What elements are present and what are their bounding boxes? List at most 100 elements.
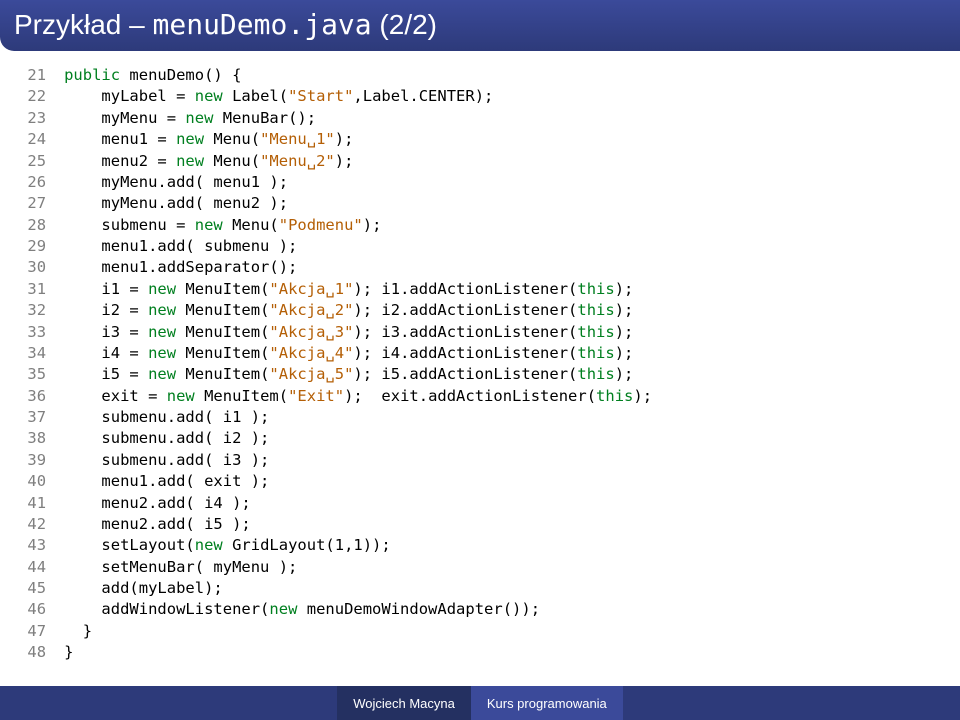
code-text: } [64,622,92,640]
code-text: Menu( [223,216,279,234]
line-number: 36 [12,386,46,407]
kw-token: new [176,152,204,170]
code-text: ); [363,216,382,234]
code-line: 34 i4 = new MenuItem("Akcja␣4"); i4.addA… [12,343,950,364]
line-number: 48 [12,642,46,663]
line-number: 35 [12,364,46,385]
kw-token: this [577,280,614,298]
kw-token: new [167,387,195,405]
str-token: "Akcja␣2" [269,301,353,319]
kw-token: new [195,536,223,554]
code-text: MenuItem( [176,323,269,341]
line-number: 25 [12,151,46,172]
code-line: 33 i3 = new MenuItem("Akcja␣3"); i3.addA… [12,322,950,343]
line-number: 31 [12,279,46,300]
str-token: "Exit" [288,387,344,405]
kw-token: new [185,109,213,127]
str-token: "Menu␣1" [260,130,335,148]
line-number: 44 [12,557,46,578]
code-line: 36 exit = new MenuItem("Exit"); exit.add… [12,386,950,407]
code-line: 39 submenu.add( i3 ); [12,450,950,471]
line-number: 47 [12,621,46,642]
code-text: addWindowListener( [64,600,269,618]
line-number: 37 [12,407,46,428]
code-line: 43 setLayout(new GridLayout(1,1)); [12,535,950,556]
code-text: ); exit.addActionListener( [344,387,596,405]
code-text: Menu( [204,152,260,170]
code-line: 28 submenu = new Menu("Podmenu"); [12,215,950,236]
code-line: 41 menu2.add( i4 ); [12,493,950,514]
code-text: MenuItem( [176,365,269,383]
code-line: 21public menuDemo() { [12,65,950,86]
kw-token: new [176,130,204,148]
code-line: 48} [12,642,950,663]
code-line: 27 myMenu.add( menu2 ); [12,193,950,214]
line-number: 38 [12,428,46,449]
kw-token: new [269,600,297,618]
kw-token: new [148,323,176,341]
code-text: i1 = [64,280,148,298]
kw-token: this [596,387,633,405]
code-text: MenuBar(); [213,109,316,127]
code-text: GridLayout(1,1)); [223,536,391,554]
code-line: 22 myLabel = new Label("Start",Label.CEN… [12,86,950,107]
line-number: 32 [12,300,46,321]
kw-token: this [577,301,614,319]
code-line: 29 menu1.add( submenu ); [12,236,950,257]
code-text: ); i3.addActionListener( [353,323,577,341]
code-line: 24 menu1 = new Menu("Menu␣1"); [12,129,950,150]
code-text: i2 = [64,301,148,319]
line-number: 28 [12,215,46,236]
code-text: myMenu.add( menu2 ); [64,194,288,212]
footer-author: Wojciech Macyna [337,686,471,720]
code-line: 25 menu2 = new Menu("Menu␣2"); [12,151,950,172]
line-number: 33 [12,322,46,343]
str-token: "Akcja␣3" [269,323,353,341]
line-number: 24 [12,129,46,150]
line-number: 45 [12,578,46,599]
line-number: 23 [12,108,46,129]
code-text: menuDemo() { [120,66,241,84]
code-text: myLabel = [64,87,195,105]
str-token: "Menu␣2" [260,152,335,170]
str-token: "Akcja␣4" [269,344,353,362]
kw-token: public [64,66,120,84]
code-line: 37 submenu.add( i1 ); [12,407,950,428]
code-text: setLayout( [64,536,195,554]
code-line: 38 submenu.add( i2 ); [12,428,950,449]
code-text: ,Label.CENTER); [353,87,493,105]
code-line: 40 menu1.add( exit ); [12,471,950,492]
str-token: "Start" [288,87,353,105]
line-number: 43 [12,535,46,556]
code-text: ); i5.addActionListener( [353,365,577,383]
code-line: 45 add(myLabel); [12,578,950,599]
code-line: 46 addWindowListener(new menuDemoWindowA… [12,599,950,620]
kw-token: new [148,365,176,383]
code-text: ); [633,387,652,405]
code-text: submenu = [64,216,195,234]
code-text: exit = [64,387,167,405]
str-token: "Akcja␣5" [269,365,353,383]
code-line: 26 myMenu.add( menu1 ); [12,172,950,193]
line-number: 30 [12,257,46,278]
code-text: MenuItem( [195,387,288,405]
code-text: menuDemoWindowAdapter()); [297,600,540,618]
code-line: 47 } [12,621,950,642]
code-text: ); [615,323,634,341]
code-line: 30 menu1.addSeparator(); [12,257,950,278]
kw-token: new [195,87,223,105]
code-text: ); [615,365,634,383]
kw-token: new [148,301,176,319]
kw-token: this [577,344,614,362]
line-number: 42 [12,514,46,535]
line-number: 26 [12,172,46,193]
code-text: ); [335,130,354,148]
line-number: 46 [12,599,46,620]
footer-course: Kurs programowania [471,686,623,720]
code-text: submenu.add( i3 ); [64,451,269,469]
code-text: menu2.add( i5 ); [64,515,251,533]
footer: Wojciech Macyna Kurs programowania [0,686,960,720]
title-suffix: (2/2) [372,9,437,40]
code-text: myMenu = [64,109,185,127]
str-token: "Podmenu" [279,216,363,234]
